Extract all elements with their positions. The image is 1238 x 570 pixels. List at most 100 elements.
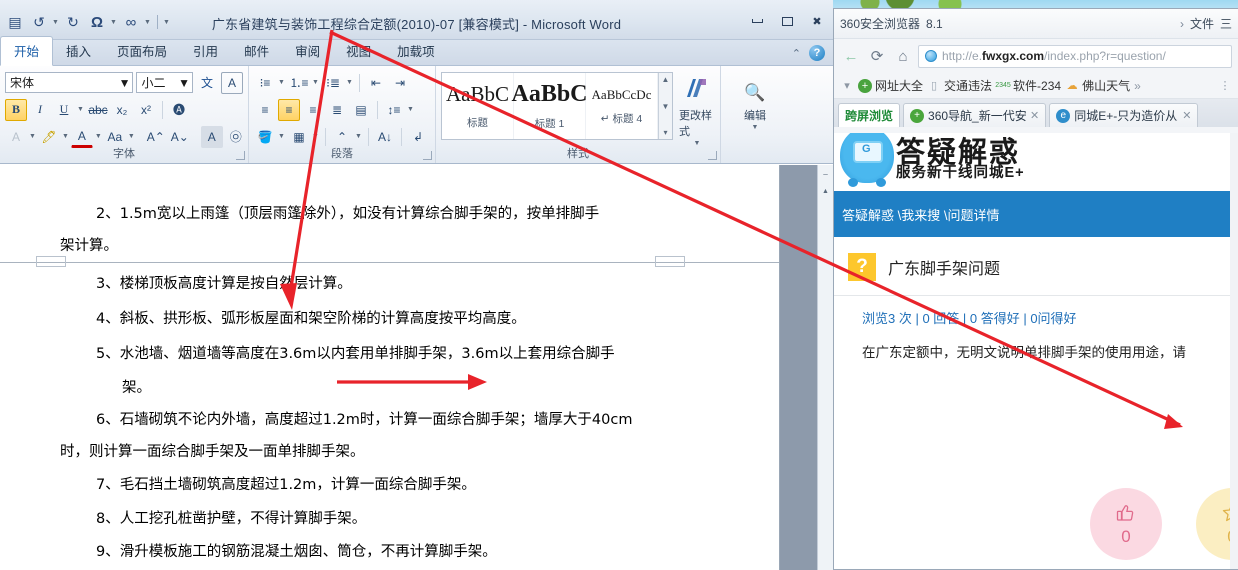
- justify-icon[interactable]: ≣: [326, 99, 348, 121]
- bookmark-software[interactable]: 2345 软件-234: [995, 77, 1061, 94]
- thumbs-up-icon: [1115, 502, 1137, 526]
- close-button[interactable]: ✖: [807, 14, 827, 28]
- thumbs-up-button[interactable]: 0: [1090, 488, 1162, 560]
- line-spacing-icon[interactable]: ↕≡: [383, 99, 405, 121]
- align-left-icon[interactable]: ≡: [254, 99, 276, 121]
- bold-button[interactable]: B: [5, 98, 27, 121]
- url-bar[interactable]: http://e.fwxgx.com/index.php?r=question/: [918, 44, 1232, 68]
- numbering-icon[interactable]: ⒈≡: [288, 72, 310, 94]
- change-styles-button[interactable]: 更改样式 ▼: [679, 72, 715, 147]
- bookmarks-menu-icon[interactable]: ⋮: [1218, 79, 1232, 92]
- font-dialog-launcher[interactable]: [236, 151, 245, 160]
- tab-addins[interactable]: 加载项: [384, 37, 448, 65]
- document-page[interactable]: 2、1.5m宽以上雨篷（顶层雨篷除外），如没有计算综合脚手架的，按单排脚手 架计…: [0, 165, 780, 570]
- style-preview: AaBbC: [511, 81, 588, 107]
- menu-file[interactable]: 文件: [1190, 15, 1214, 32]
- bookmarks-dropdown-icon[interactable]: ▾: [840, 79, 854, 92]
- browser-tab-strip[interactable]: 跨屏浏览 + 360导航_新一代安全上网 ✕ e 同城E+-只为造价从业者 ✕: [834, 99, 1238, 127]
- more-styles-icon[interactable]: ▾: [663, 128, 667, 137]
- reload-icon[interactable]: ⟳: [866, 45, 888, 67]
- clear-formatting-icon[interactable]: 🅐: [168, 99, 190, 121]
- bookmark-weather[interactable]: ☁ 佛山天气: [1065, 77, 1131, 94]
- font-size-combo[interactable]: 小二 ▼: [136, 72, 193, 93]
- bookmark-hao360[interactable]: + 网址大全: [858, 77, 923, 94]
- close-tab-icon[interactable]: ✕: [1030, 109, 1039, 122]
- tab-mailings[interactable]: 邮件: [231, 37, 282, 65]
- tab-kuaping[interactable]: 跨屏浏览: [838, 103, 901, 127]
- window-controls[interactable]: ✖: [747, 14, 827, 28]
- paragraph-dialog-launcher[interactable]: [423, 151, 432, 160]
- scroll-up-icon[interactable]: ▲: [662, 75, 670, 84]
- site-header: G 答疑解惑 服务新干线同城E+: [834, 133, 1238, 191]
- tab-360nav[interactable]: + 360导航_新一代安全上网 ✕: [903, 103, 1047, 127]
- font-name-value: 宋体: [10, 76, 35, 90]
- bookmarks-bar[interactable]: ▾ + 网址大全 ▯ 交通违法 2345 软件-234 ☁ 佛山天气 » ⋮: [834, 73, 1238, 99]
- styles-gallery-scrollbar[interactable]: ▲ ▼ ▾: [658, 73, 672, 139]
- ribbon-right-controls[interactable]: ⌃ ?: [792, 45, 825, 61]
- bookmark-label: 网址大全: [875, 79, 924, 93]
- vote-good-question[interactable]: 0 问得好: [1090, 488, 1162, 569]
- style-item-title[interactable]: AaBbC 标题: [442, 73, 514, 139]
- tab-tongchenge[interactable]: e 同城E+-只为造价从业者 ✕: [1049, 103, 1199, 127]
- doc-line-5b: 架。: [122, 380, 151, 396]
- question-body: 在广东定额中，无明文说明单排脚手架的使用用途，请: [862, 345, 1186, 360]
- scroll-down-icon[interactable]: ▼: [662, 102, 670, 111]
- phonetic-guide-icon[interactable]: 文: [196, 72, 218, 94]
- styles-gallery[interactable]: AaBbC 标题 AaBbC 标题 1 AaBbCcDc ↵ 标题 4 ▲ ▼ …: [441, 72, 673, 140]
- tab-review[interactable]: 审阅: [282, 37, 333, 65]
- font-name-combo[interactable]: 宋体 ▼: [5, 72, 134, 93]
- back-icon[interactable]: ←: [840, 45, 862, 67]
- bookmark-traffic[interactable]: ▯ 交通违法: [927, 77, 992, 94]
- subscript-button[interactable]: x₂: [111, 99, 133, 121]
- editing-button[interactable]: 🔍 编辑 ▼: [726, 70, 784, 131]
- help-icon[interactable]: ?: [809, 45, 825, 61]
- strikethrough-button[interactable]: abc: [87, 99, 109, 121]
- document-area[interactable]: 2、1.5m宽以上雨篷（顶层雨篷除外），如没有计算综合脚手架的，按单排脚手 架计…: [0, 165, 833, 570]
- decrease-indent-icon[interactable]: ⇤: [365, 72, 387, 94]
- style-item-heading1[interactable]: AaBbC 标题 1: [511, 73, 588, 139]
- character-border-icon[interactable]: A: [221, 71, 243, 94]
- ribbon-tab-strip[interactable]: 开始 插入 页面布局 引用 邮件 审阅 视图 加载项 ⌃ ?: [0, 36, 833, 66]
- scroll-split-icon[interactable]: ⎯: [818, 165, 833, 183]
- breadcrumb[interactable]: 答疑解惑 \我来搜 \问题详情: [834, 191, 1238, 237]
- tab-references[interactable]: 引用: [180, 37, 231, 65]
- style-item-heading4[interactable]: AaBbCcDc ↵ 标题 4: [586, 73, 658, 139]
- chevron-down-icon[interactable]: ▼: [119, 76, 131, 90]
- distribute-icon[interactable]: ▤: [350, 99, 372, 121]
- tab-page-layout[interactable]: 页面布局: [104, 37, 180, 65]
- chevron-down-icon[interactable]: ▼: [178, 76, 190, 90]
- italic-button[interactable]: I: [29, 99, 51, 121]
- tab-home[interactable]: 开始: [0, 36, 54, 66]
- site-icon: [925, 50, 937, 62]
- tab-insert[interactable]: 插入: [53, 37, 104, 65]
- bullets-dropdown-icon[interactable]: ▼: [278, 72, 286, 94]
- url-domain: fwxgx.com: [982, 49, 1045, 63]
- increase-indent-icon[interactable]: ⇥: [389, 72, 411, 94]
- tab-view[interactable]: 视图: [333, 37, 384, 65]
- styles-dialog-launcher[interactable]: [708, 151, 717, 160]
- page-icon: ▯: [930, 80, 938, 92]
- numbering-dropdown-icon[interactable]: ▼: [312, 72, 320, 94]
- document-scrollbar[interactable]: ⎯ ▲: [817, 165, 833, 570]
- align-center-icon[interactable]: ≡: [278, 98, 300, 121]
- window-title: 广东省建筑与装饰工程综合定额(2010)-07 [兼容模式] - Microso…: [211, 17, 622, 32]
- home-icon[interactable]: ⌂: [892, 45, 914, 67]
- align-right-icon[interactable]: ≡: [302, 99, 324, 121]
- minimize-button[interactable]: [747, 14, 767, 28]
- restore-button[interactable]: [777, 14, 797, 28]
- close-tab-icon[interactable]: ✕: [1182, 109, 1191, 122]
- underline-button[interactable]: U: [53, 99, 75, 121]
- superscript-button[interactable]: x²: [135, 99, 157, 121]
- menu-more-icon[interactable]: 三: [1220, 15, 1232, 32]
- multilevel-list-icon[interactable]: ⁝≣: [322, 72, 344, 94]
- multilevel-dropdown-icon[interactable]: ▼: [346, 72, 354, 94]
- collapse-ribbon-icon[interactable]: ⌃: [792, 47, 801, 60]
- underline-dropdown-icon[interactable]: ▼: [77, 99, 85, 121]
- bullets-icon[interactable]: ⁝≡: [254, 72, 276, 94]
- chevron-right-icon[interactable]: ›: [1180, 17, 1184, 31]
- line-spacing-dropdown-icon[interactable]: ▼: [407, 99, 415, 121]
- page-scrollbar[interactable]: [1230, 133, 1238, 569]
- bookmarks-overflow-icon[interactable]: »: [1134, 79, 1141, 93]
- scroll-up-icon[interactable]: ▲: [818, 183, 833, 199]
- editing-dropdown-icon[interactable]: ▼: [752, 124, 759, 131]
